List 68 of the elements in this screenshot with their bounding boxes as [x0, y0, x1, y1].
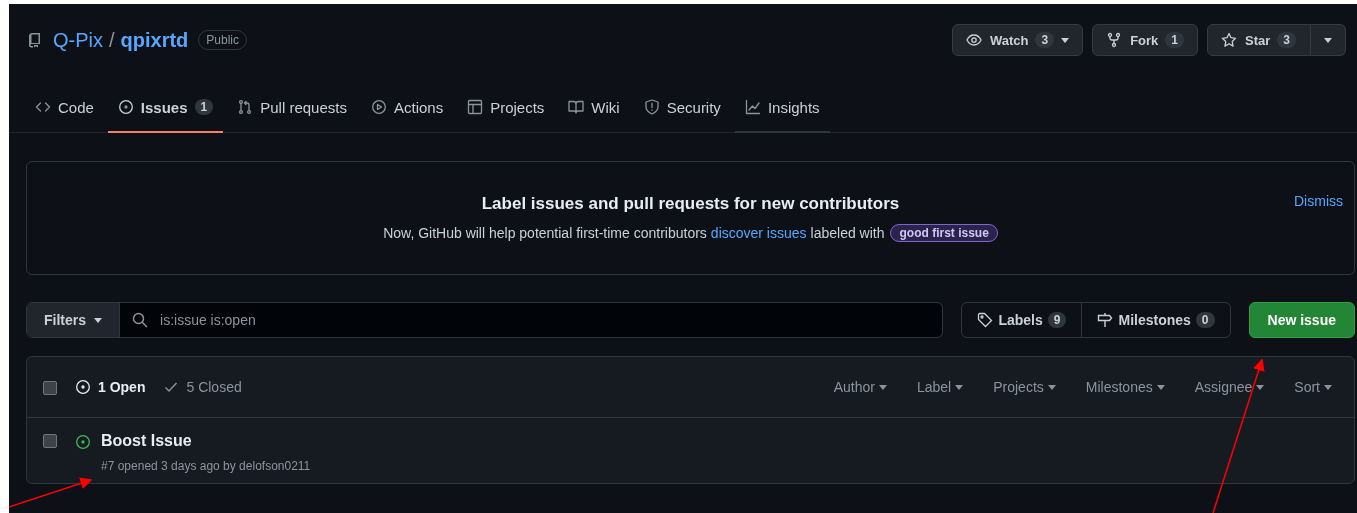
search-icon	[132, 312, 148, 328]
caret-icon	[1256, 384, 1265, 390]
caret-icon	[955, 384, 964, 390]
filters-button[interactable]: Filters	[27, 303, 120, 337]
issue-label-badge: good first issue	[890, 224, 998, 242]
star-icon	[1221, 32, 1237, 48]
labels-button[interactable]: Labels 9	[962, 303, 1082, 337]
issue-title-link[interactable]: Boost Issue	[101, 432, 311, 450]
issue-meta: #7 opened 3 days ago by delofson0211	[101, 459, 311, 473]
count-badge: 1	[1165, 32, 1184, 48]
discover-issues-link[interactable]: discover issues	[710, 225, 807, 241]
filter-menu[interactable]: Projects	[993, 379, 1056, 395]
issue-opened-icon	[117, 99, 134, 115]
count-badge: 1	[194, 99, 214, 115]
repo-action-button[interactable]: Star 3	[1207, 24, 1311, 56]
filter-menu[interactable]: Assignee	[1194, 379, 1265, 395]
repo-name-link[interactable]: qpixrtd	[120, 28, 189, 52]
nav-tab[interactable]: Insights	[734, 83, 830, 133]
table-icon	[467, 99, 484, 115]
count-badge: 3	[1277, 32, 1296, 48]
fork-icon	[1106, 32, 1123, 48]
nav-tab[interactable]: Issues 1	[107, 83, 224, 133]
path-separator: /	[109, 28, 115, 52]
dropdown-button[interactable]	[1311, 24, 1346, 56]
play-icon	[370, 99, 387, 115]
issue-opened-icon	[75, 434, 91, 450]
new-issue-button[interactable]: New issue	[1248, 302, 1355, 338]
count-badge: 0	[1195, 312, 1215, 328]
count-badge: 3	[1035, 32, 1055, 48]
owner-link[interactable]: Q-Pix	[53, 28, 103, 52]
closed-issues-link[interactable]: 5 Closed	[163, 379, 242, 395]
banner-text: Now, GitHub will help potential first-time contributors	[383, 225, 707, 241]
filter-menu[interactable]: Label	[916, 379, 964, 395]
pull-request-icon	[237, 99, 254, 115]
filter-menu[interactable]: Sort	[1294, 379, 1332, 395]
count-badge: 9	[1047, 312, 1067, 328]
repo-action-button[interactable]: Watch 3	[951, 24, 1084, 56]
caret-icon	[878, 384, 887, 390]
signpost-icon	[1097, 312, 1114, 328]
nav-tab[interactable]: Security	[633, 83, 731, 133]
banner-title: Label issues and pull requests for new contributors	[480, 194, 901, 214]
caret-icon	[1156, 384, 1165, 390]
nav-tab[interactable]: Actions	[360, 83, 454, 133]
caret-icon	[94, 317, 102, 323]
caret-icon	[1324, 384, 1332, 390]
filter-menu[interactable]: Author	[833, 379, 887, 395]
book-icon	[568, 99, 585, 115]
caret-icon	[1047, 384, 1056, 390]
shield-icon	[643, 99, 660, 115]
dismiss-link[interactable]: Dismiss	[1294, 193, 1343, 209]
nav-tab[interactable]: Projects	[457, 83, 555, 133]
milestones-button[interactable]: Milestones 0	[1081, 303, 1230, 337]
open-issues-link[interactable]: 1 Open	[75, 379, 146, 395]
issue-opened-icon	[75, 379, 91, 395]
nav-tab[interactable]: Pull requests	[227, 83, 357, 133]
filter-menu[interactable]: Milestones	[1085, 379, 1165, 395]
search-field[interactable]: Filters is:issue is:open	[26, 302, 944, 338]
banner-text: labeled with	[810, 225, 885, 241]
nav-tab[interactable]: Wiki	[558, 83, 630, 133]
tag-icon	[977, 312, 994, 328]
code-icon	[35, 99, 51, 115]
repo-action-button[interactable]: Fork 1	[1092, 24, 1198, 56]
checkbox[interactable]	[43, 381, 57, 395]
nav-tab[interactable]: Code	[25, 83, 104, 133]
repo-icon	[27, 32, 43, 48]
graph-icon	[744, 99, 761, 115]
eye-icon	[965, 32, 982, 48]
checkbox[interactable]	[43, 434, 57, 448]
